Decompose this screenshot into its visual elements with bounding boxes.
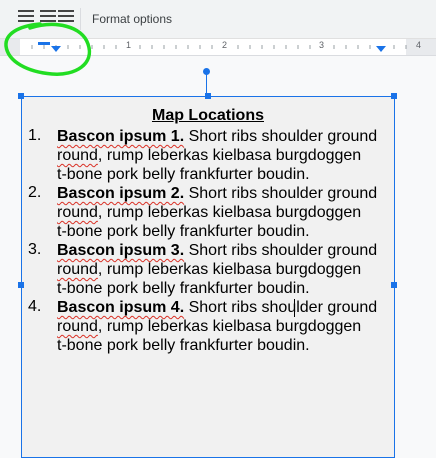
numbered-list: 1. Bascon ipsum 1. Short ribs shoulder g… (22, 127, 394, 355)
bulleted-list-icon[interactable] (18, 10, 34, 24)
left-indent-marker[interactable] (51, 46, 61, 52)
ruler-number-4: 4 (416, 40, 422, 50)
list-number: 4. (28, 298, 42, 315)
rotation-handle[interactable] (203, 68, 210, 75)
toolbar-divider (80, 8, 81, 30)
ruler-number-3: 3 (319, 40, 325, 50)
resize-handle-top[interactable] (205, 93, 211, 99)
list-item-text[interactable]: Bascon ipsum 4. Short ribs shoulder grou… (57, 298, 387, 355)
format-options-button[interactable]: Format options (92, 12, 172, 26)
first-line-indent-marker[interactable] (38, 42, 50, 45)
ruler-number-2: 2 (222, 40, 228, 50)
list-number: 1. (28, 127, 42, 144)
resize-handle-top-right[interactable] (391, 93, 397, 99)
list-item-text[interactable]: Bascon ipsum 3. Short ribs shoulder grou… (57, 241, 387, 298)
ruler-number-1: 1 (126, 40, 132, 50)
toolbar: Format options (0, 0, 436, 39)
clear-formatting-icon[interactable] (58, 10, 74, 24)
horizontal-ruler[interactable]: 1 2 3 4 (0, 39, 436, 56)
list-number: 2. (28, 184, 42, 201)
text-box-title: Map Locations (151, 107, 264, 124)
right-indent-marker[interactable] (376, 46, 386, 52)
text-cursor (294, 299, 295, 317)
list-item: 2. Bascon ipsum 2. Short ribs shoulder g… (22, 184, 394, 241)
list-item-text[interactable]: Bascon ipsum 1. Short ribs shoulder grou… (57, 127, 387, 184)
list-item: 3. Bascon ipsum 3. Short ribs shoulder g… (22, 241, 394, 298)
list-item: 1. Bascon ipsum 1. Short ribs shoulder g… (22, 127, 394, 184)
list-number: 3. (28, 241, 42, 258)
indent-icon[interactable] (40, 10, 56, 24)
list-item-text[interactable]: Bascon ipsum 2. Short ribs shoulder grou… (57, 184, 387, 241)
list-item: 4. Bascon ipsum 4. Short ribs shoulder g… (22, 298, 394, 355)
text-box[interactable]: Map Locations 1. Bascon ipsum 1. Short r… (18, 93, 397, 458)
ruler-ticks (31, 45, 407, 49)
resize-handle-top-left[interactable] (18, 93, 24, 99)
